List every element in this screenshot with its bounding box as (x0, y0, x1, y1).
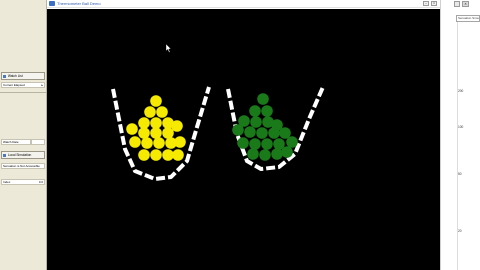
green-ball (247, 148, 259, 160)
watch-list-icon (3, 74, 6, 78)
yellow-ball (153, 137, 165, 149)
green-ball (237, 137, 249, 149)
scale-mark: 50 (458, 172, 462, 176)
window-titlebar: Thermometer Ball Demo – □ (47, 0, 440, 8)
green-ball (257, 93, 269, 105)
yellow-ball (138, 149, 150, 161)
yellow-ball (138, 127, 150, 139)
simulation-selector[interactable]: Sensation Simulation (456, 15, 480, 22)
window-icon[interactable] (454, 1, 460, 7)
mouse-pointer-icon (166, 44, 172, 53)
yellow-ball (129, 136, 141, 148)
property-row-value: 0.0 (38, 180, 43, 184)
watch-list-label: Watch List (7, 74, 23, 78)
yellow-ball (150, 149, 162, 161)
green-ball (268, 127, 280, 139)
yellow-ball (172, 149, 184, 161)
yellow-ball (162, 127, 174, 139)
green-ball (286, 136, 298, 148)
scale-mark: 200 (458, 89, 464, 93)
app-icon (49, 1, 55, 6)
green-ball (249, 105, 261, 117)
green-ball (281, 146, 293, 158)
green-ball (261, 105, 273, 117)
minimize-button[interactable]: – (423, 1, 429, 6)
scale-mark: 20 (458, 229, 462, 233)
local-simulation-label: Local Simulation (7, 153, 32, 157)
right-panel: × Sensation Simulation 200 100 50 20 (440, 0, 480, 270)
green-ball (250, 116, 262, 128)
yellow-ball (150, 95, 162, 107)
green-ball (249, 138, 261, 150)
scale-mark: 100 (458, 125, 464, 129)
local-simulation-button[interactable]: Local Simulation (1, 151, 45, 159)
watch-date-label: Watch Date (3, 140, 19, 144)
watch-list-item[interactable]: Current Elapsed ▸ (1, 82, 45, 88)
yellow-ball (144, 106, 156, 118)
green-ball (261, 138, 273, 150)
property-row[interactable]: Sensation is Not Accessible (1, 163, 45, 169)
green-ball (244, 126, 256, 138)
yellow-ball (141, 137, 153, 149)
left-tool-panel: Watch List Current Elapsed ▸ Watch Date … (0, 0, 47, 270)
divider (0, 92, 46, 93)
close-icon[interactable]: × (462, 1, 469, 7)
simulation-canvas[interactable] (47, 9, 440, 270)
green-ball (256, 127, 268, 139)
maximize-button[interactable]: □ (431, 1, 437, 6)
yellow-ball (126, 123, 138, 135)
row-arrow-icon: ▸ (41, 83, 43, 87)
watch-list-item-label: Current Elapsed (3, 83, 25, 87)
window-title: Thermometer Ball Demo (57, 1, 101, 6)
watch-date-label-field: Watch Date (1, 139, 31, 145)
property-row-label: Sensation is Not Accessible (3, 164, 40, 168)
simulation-scene (111, 86, 325, 181)
green-ball (232, 124, 244, 136)
watch-list-button[interactable]: Watch List (1, 72, 45, 80)
property-row-label: Index (3, 180, 11, 184)
yellow-ball (150, 127, 162, 139)
yellow-ball (156, 106, 168, 118)
yellow-ball (150, 117, 162, 129)
yellow-ball (162, 149, 174, 161)
green-ball (271, 148, 283, 160)
green-ball (259, 149, 271, 161)
property-row[interactable]: Index 0.0 (1, 179, 45, 185)
watch-date-input[interactable] (31, 139, 45, 145)
yellow-ball (174, 136, 186, 148)
yellow-ball (138, 117, 150, 129)
local-simulation-icon (3, 153, 6, 157)
